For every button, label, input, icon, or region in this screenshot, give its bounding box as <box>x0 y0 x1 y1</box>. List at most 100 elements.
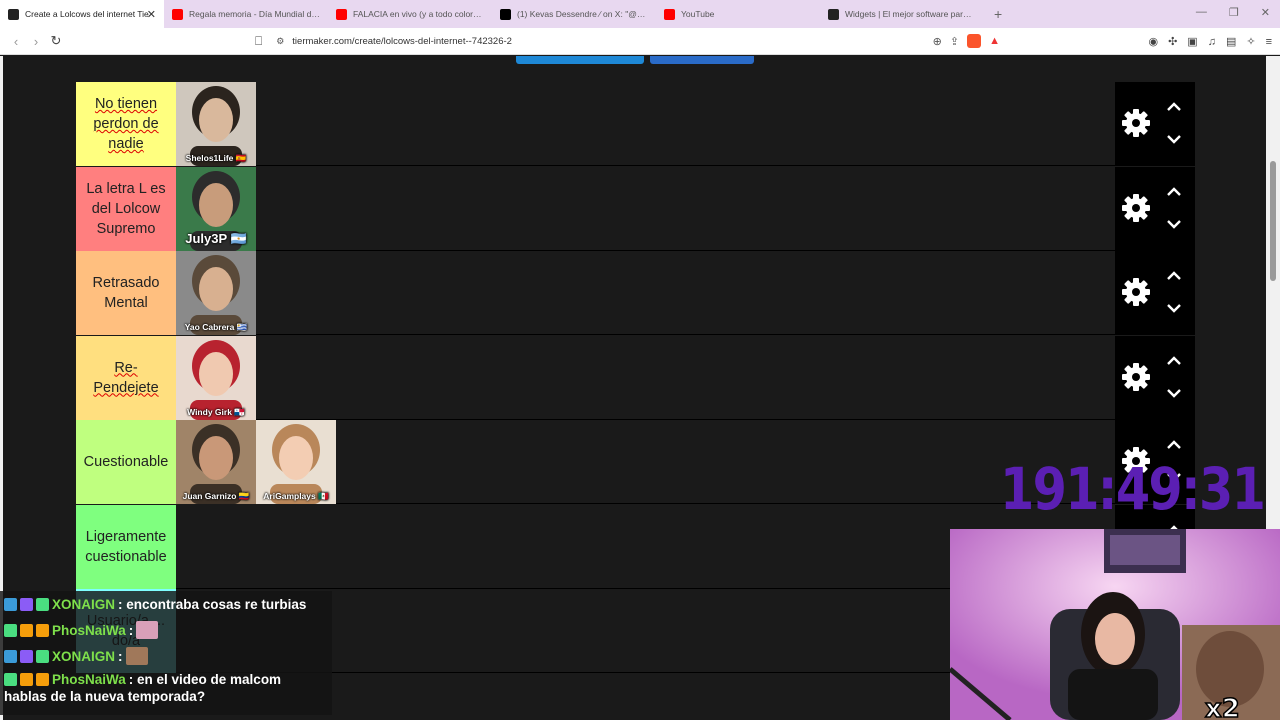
youtube-icon <box>336 8 347 20</box>
tier-controls <box>1115 82 1195 166</box>
browser-tab[interactable]: YouTube <box>656 0 820 28</box>
chat-badge-icon <box>36 597 49 611</box>
sidebar-icon[interactable]: ▣ <box>1187 35 1197 48</box>
tier-item-caption: July3P 🇦🇷 <box>185 230 247 246</box>
chevron-up-icon[interactable] <box>1165 270 1183 282</box>
tier-item-caption: AriGamplays 🇲🇽 <box>263 491 329 501</box>
gear-icon[interactable] <box>1121 362 1151 392</box>
stream-timer: 191:49:31 <box>1000 455 1266 523</box>
top-buttons <box>516 56 754 64</box>
puzzle-icon[interactable]: ✣ <box>1168 35 1177 48</box>
browser-tab[interactable]: (1) Kevas Dessendre ∕ on X: "@Hac <box>492 0 656 28</box>
browser-tab[interactable]: Widgets | El mejor software para po: <box>820 0 984 28</box>
bookmark-icon[interactable]: ⎕ <box>255 34 262 49</box>
tier-label[interactable]: Retrasado Mental <box>76 251 176 335</box>
tier-item-card[interactable]: Juan Garnizo 🇨🇴 <box>176 420 256 504</box>
chat-text: : encontraba cosas re turbias <box>118 596 307 612</box>
top-button-dark-blue[interactable] <box>650 56 754 64</box>
tier-label[interactable]: No tienen perdon de nadie <box>76 82 176 166</box>
stream-chat: XONAIGN: encontraba cosas re turbias Phos… <box>0 591 332 715</box>
streamelements-icon <box>828 8 839 20</box>
tab-title: YouTube <box>681 9 715 19</box>
tier-label-text: La letra L es del Lolcow Supremo <box>86 180 166 237</box>
tier-item-card[interactable]: July3P 🇦🇷 <box>176 166 256 251</box>
youtube-icon <box>172 8 183 20</box>
tier-label[interactable]: Cuestionable <box>76 420 176 504</box>
tier-controls <box>1115 335 1195 420</box>
tier-row: No tienen perdon de nadie Shelos1Life 🇪🇸 <box>76 82 1195 166</box>
tier-controls <box>1115 166 1195 251</box>
chat-badge-icon <box>4 597 17 611</box>
chat-username: XONAIGN <box>52 648 116 664</box>
scrollbar-thumb[interactable] <box>1270 161 1276 281</box>
tiermaker-icon <box>8 8 19 20</box>
minimize-icon[interactable]: — <box>1196 6 1207 19</box>
extension-icon[interactable]: ◉ <box>1148 35 1158 48</box>
tier-label[interactable]: Re-Pendejete <box>76 335 176 420</box>
maximize-icon[interactable]: ❐ <box>1229 6 1239 19</box>
top-button-blue[interactable] <box>516 56 644 64</box>
close-tab-icon[interactable]: ✕ <box>147 8 156 21</box>
browser-tab-bar: Create a Lolcows del internet Tie ✕ Regala… <box>0 0 1280 28</box>
chat-username: PhosNaiWa <box>52 672 126 687</box>
brave-shields-icon[interactable] <box>967 34 982 48</box>
leo-ai-icon[interactable]: ✧ <box>1246 35 1255 48</box>
chat-emote-icon <box>136 621 159 639</box>
chat-badge-icon <box>36 649 49 663</box>
gear-icon[interactable] <box>1121 193 1151 223</box>
tier-row: Re-Pendejete Windy Girk 🇵🇦 <box>76 335 1195 420</box>
tier-items: July3P 🇦🇷 <box>176 166 256 251</box>
tier-item-card[interactable]: Yao Cabrera 🇺🇾 <box>176 251 256 335</box>
chevron-down-icon[interactable] <box>1165 133 1183 145</box>
music-icon[interactable]: ♫ <box>1208 36 1216 48</box>
chat-text: : en el video de malcom <box>128 672 282 687</box>
brave-rewards-icon[interactable]: ▲ <box>989 35 1000 47</box>
chevron-up-icon[interactable] <box>1165 101 1183 113</box>
tier-label-text: Cuestionable <box>83 454 169 470</box>
tier-item-card[interactable]: Windy Girk 🇵🇦 <box>176 335 256 420</box>
chat-emote-icon <box>125 647 148 665</box>
svg-text:x2: x2 <box>1205 694 1240 720</box>
chevron-up-icon[interactable] <box>1165 186 1183 198</box>
tier-controls <box>1115 251 1195 335</box>
chat-message: PhosNaiWa: en el video de malcom hablas d… <box>0 669 332 715</box>
reload-icon[interactable]: ↻ <box>46 33 66 49</box>
share-icon[interactable]: ⇪ <box>950 35 959 48</box>
gear-icon[interactable] <box>1121 108 1151 138</box>
site-info-icon[interactable]: ⚙ <box>276 36 284 47</box>
browser-tab[interactable]: Create a Lolcows del internet Tie ✕ <box>0 0 164 28</box>
window-controls: — ❐ ✕ <box>1196 6 1270 19</box>
chat-badge-icon <box>20 649 33 663</box>
chat-username: XONAIGN <box>52 596 116 612</box>
tier-label[interactable]: La letra L es del Lolcow Supremo <box>76 166 176 251</box>
tab-title: FALACIA en vivo (y a todo color) - Ri <box>353 9 484 19</box>
chevron-down-icon[interactable] <box>1165 218 1183 230</box>
url-text: tiermaker.com/create/lolcows-del-interne… <box>292 35 512 47</box>
address-bar[interactable]: ⎕ ⚙ tiermaker.com/create/lolcows-del-int… <box>255 31 1000 51</box>
zoom-icon[interactable]: ⊕ <box>933 35 942 48</box>
new-tab-button[interactable]: + <box>984 6 1012 22</box>
forward-icon[interactable]: › <box>26 34 46 49</box>
close-window-icon[interactable]: ✕ <box>1261 6 1270 19</box>
back-icon[interactable]: ‹ <box>6 34 26 49</box>
tier-label-text: No tienen perdon de nadie <box>93 96 159 152</box>
tier-item-caption: Yao Cabrera 🇺🇾 <box>184 322 248 332</box>
tier-item-card[interactable]: Shelos1Life 🇪🇸 <box>176 82 256 166</box>
chat-badge-icon <box>20 673 33 686</box>
chevron-down-icon[interactable] <box>1165 302 1183 314</box>
chevron-up-icon[interactable] <box>1165 439 1183 451</box>
tier-items: Windy Girk 🇵🇦 <box>176 335 256 420</box>
chevron-down-icon[interactable] <box>1165 387 1183 399</box>
browser-tab[interactable]: FALACIA en vivo (y a todo color) - Ri <box>328 0 492 28</box>
tier-label-text: Retrasado Mental <box>92 275 160 311</box>
chevron-up-icon[interactable] <box>1165 355 1183 367</box>
tier-item-card[interactable]: AriGamplays 🇲🇽 <box>256 420 336 504</box>
browser-tab[interactable]: Regala memoria - Día Mundial del Al <box>164 0 328 28</box>
tier-items: Yao Cabrera 🇺🇾 <box>176 251 256 335</box>
tier-label[interactable]: Ligeramente cuestionable <box>76 504 176 589</box>
menu-icon[interactable]: ≡ <box>1266 36 1272 48</box>
gear-icon[interactable] <box>1121 277 1151 307</box>
wallet-icon[interactable]: ▤ <box>1226 35 1236 48</box>
x-icon <box>500 8 511 20</box>
chat-message: XONAIGN: encontraba cosas re turbias <box>0 591 332 617</box>
